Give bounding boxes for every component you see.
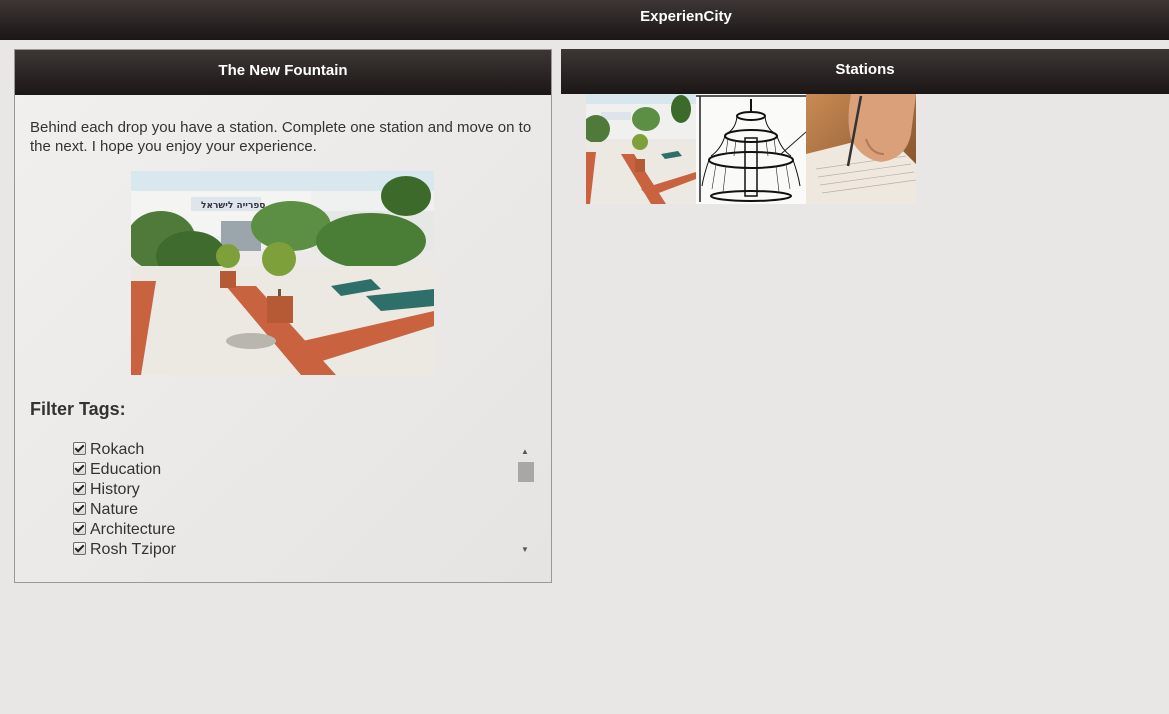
filter-tag-architecture[interactable]: Architecture [73, 520, 533, 540]
checkbox-checked-icon[interactable] [73, 482, 86, 495]
station-intro-text: Behind each drop you have a station. Com… [30, 119, 532, 155]
station-detail-panel: The New Fountain Behind each drop you ha… [14, 49, 552, 583]
scroll-up-arrow-icon[interactable]: ▲ [520, 447, 530, 457]
checkbox-checked-icon[interactable] [73, 502, 86, 515]
tag-label: Nature [90, 501, 139, 518]
filter-tag-education[interactable]: Education [73, 460, 533, 480]
filter-tag-history[interactable]: History [73, 480, 533, 500]
tag-label: Architecture [90, 521, 176, 538]
app-title: ExperienCity [640, 8, 732, 25]
tag-label: History [90, 481, 140, 498]
checkbox-checked-icon[interactable] [73, 462, 86, 475]
scroll-down-arrow-icon[interactable]: ▼ [520, 545, 530, 555]
svg-text:ספרייה לישראל: ספרייה לישראל [201, 201, 265, 211]
stations-gallery [586, 94, 916, 204]
app-header: ExperienCity [0, 0, 1169, 40]
filter-tag-rokach[interactable]: Rokach [73, 440, 533, 460]
tag-list-scrollbar[interactable] [516, 459, 535, 544]
station-main-photo: ספרייה לישראל [131, 171, 434, 375]
tag-label: Rosh Tzipor [90, 541, 176, 558]
station-thumbnail-fountain-sketch[interactable] [696, 94, 806, 204]
checkbox-checked-icon[interactable] [73, 522, 86, 535]
checkbox-checked-icon[interactable] [73, 442, 86, 455]
tag-label: Rokach [90, 441, 145, 458]
filter-tag-nature[interactable]: Nature [73, 500, 533, 520]
station-thumbnail-writing[interactable] [806, 94, 916, 204]
stations-title: Stations [561, 49, 1169, 94]
checkbox-checked-icon[interactable] [73, 542, 86, 555]
station-title: The New Fountain [15, 50, 551, 95]
filter-tags-title: Filter Tags: [30, 399, 126, 419]
tag-label: Education [90, 461, 162, 478]
filter-tag-list: Rokach Education History Nature Architec… [73, 440, 533, 560]
scrollbar-thumb[interactable] [518, 462, 534, 482]
filter-tag-rosh-tzipor[interactable]: Rosh Tzipor [73, 540, 533, 560]
station-thumbnail-courtyard[interactable] [586, 94, 696, 204]
